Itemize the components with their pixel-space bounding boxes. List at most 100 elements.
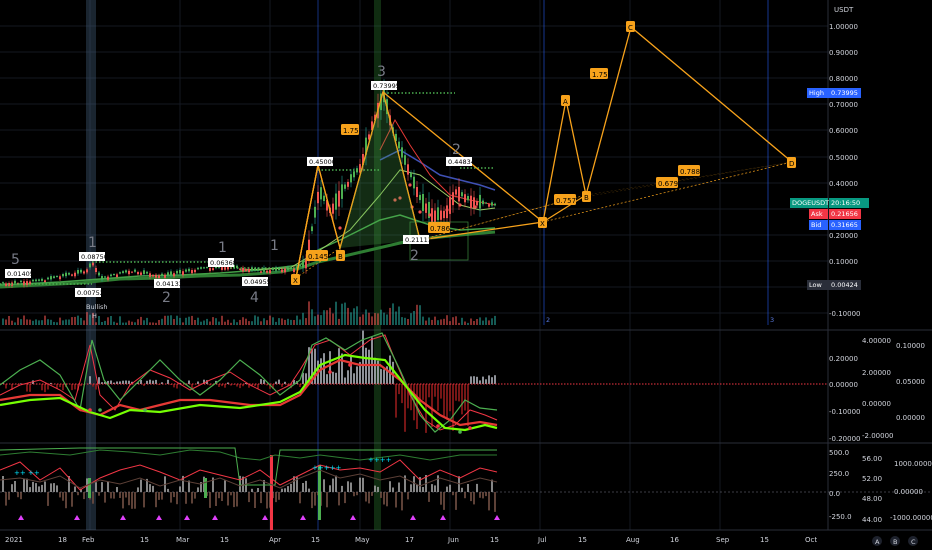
time-tick: Oct [805, 536, 817, 544]
volume-bar [116, 322, 118, 325]
osc-bar [14, 481, 16, 492]
candle [122, 271, 124, 273]
macd-bar [479, 380, 481, 384]
volume-bar [182, 322, 184, 325]
macd-bar [263, 380, 265, 384]
macd-bar [326, 374, 328, 384]
volume-bar [257, 316, 259, 325]
volume-bar [401, 317, 403, 325]
osc-bar [470, 492, 472, 502]
candle [410, 172, 412, 178]
volume-bar [14, 322, 16, 325]
candle [284, 268, 286, 273]
candle [167, 272, 169, 276]
macd-bar [350, 355, 352, 384]
ratio-label: 0.788 [680, 168, 700, 176]
volume-bar [437, 320, 439, 325]
candle [53, 276, 55, 278]
macd-bar [431, 384, 433, 427]
osc-bar [104, 492, 106, 503]
candle [350, 174, 352, 183]
osc-bar [116, 487, 118, 492]
volume-bar [242, 317, 244, 325]
macd-bar [125, 380, 127, 384]
volume-bar [491, 318, 493, 325]
osc-bar [35, 483, 37, 492]
osc-bar [488, 492, 490, 511]
candle [203, 267, 205, 269]
point-x-small: X [293, 277, 298, 285]
macd-bar [335, 372, 337, 384]
candle [104, 276, 106, 278]
osc-bar [311, 492, 313, 509]
volume-bar [308, 301, 310, 325]
osc-bar [350, 482, 352, 492]
macd-bar [434, 384, 436, 397]
volume-bar [239, 319, 241, 325]
time-tick: Feb [82, 536, 95, 544]
volume-bar [125, 322, 127, 325]
time-tick: Jun [447, 536, 459, 544]
ratio-label: 0.679 [658, 180, 678, 188]
macd-bar [401, 384, 403, 404]
osc-bar [338, 492, 340, 506]
volume-bar [74, 316, 76, 325]
volume-bar [332, 313, 334, 325]
osc-bar [173, 492, 175, 498]
volume-bar [233, 319, 235, 325]
volume-bar [47, 319, 49, 325]
osc-bar [275, 492, 277, 503]
time-tick: 15 [490, 536, 499, 544]
candle [422, 194, 424, 211]
osc-bar [428, 492, 430, 502]
candle [485, 202, 487, 204]
osc-bar [389, 481, 391, 492]
volume-bar [134, 322, 136, 325]
candle [5, 283, 7, 286]
volume-bar [326, 310, 328, 325]
candle [131, 271, 133, 273]
osc-bar [251, 488, 253, 492]
volume-bar [26, 319, 28, 325]
price-tick: 0.70000 [829, 101, 858, 109]
macd-bar [458, 384, 460, 402]
volume-bar [341, 303, 343, 325]
candle [14, 280, 16, 284]
volume-bar [113, 321, 115, 325]
axis-currency: USDT [834, 6, 854, 14]
volume-bar [11, 320, 13, 325]
candle [437, 207, 439, 221]
osc-bar [53, 483, 55, 492]
osc-bar [155, 492, 157, 508]
volume-bar [422, 316, 424, 325]
volume-bar [425, 320, 427, 325]
macd-mid-tick: 4.00000 [862, 337, 891, 345]
ratio-label: 0.786 [430, 225, 451, 233]
candle [197, 267, 199, 270]
volume-bar [275, 321, 277, 325]
high-value: 0.73995 [831, 89, 858, 97]
point-b-small: B [338, 253, 343, 261]
candle [134, 269, 136, 272]
macd-bar [98, 377, 100, 384]
osc-bar [167, 488, 169, 492]
candle [404, 155, 406, 165]
volume-bar [482, 320, 484, 325]
chart-canvas[interactable]: 5 1 2 1 4 1 3 2 2 0.01405 0.08750 0.0075… [0, 0, 932, 550]
candle [71, 274, 73, 276]
candle [158, 275, 160, 278]
candle [269, 270, 271, 273]
macd-bar [485, 379, 487, 384]
bottom-buttons[interactable]: A B C [872, 536, 918, 546]
candle [443, 210, 445, 219]
macd-bar [173, 384, 175, 388]
osc-bar [314, 492, 316, 506]
osc-mid-tick: 52.00 [862, 475, 882, 483]
ask-label: Ask [811, 210, 823, 218]
candle [224, 267, 226, 270]
candle [464, 194, 466, 203]
osc-bar [137, 487, 139, 492]
macd-bar [422, 384, 424, 400]
volume-bar [143, 320, 145, 325]
volume-bar [362, 314, 364, 325]
